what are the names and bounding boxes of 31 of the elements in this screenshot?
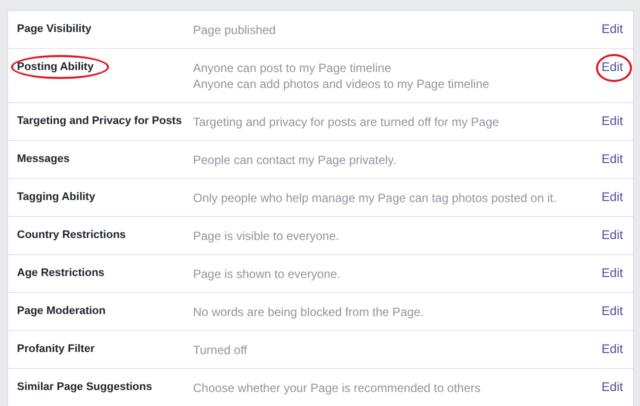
setting-label: Posting Ability — [17, 61, 94, 73]
setting-value: No words are being blocked from the Page. — [193, 304, 425, 320]
setting-value: Turned off — [193, 342, 248, 358]
edit-link[interactable]: Edit — [601, 266, 623, 280]
setting-label: Profanity Filter — [17, 343, 95, 355]
setting-value: Targeting and privacy for posts are turned off for my Page — [193, 114, 500, 130]
edit-link[interactable]: Edit — [601, 60, 623, 74]
setting-label: Page Visibility — [17, 23, 92, 35]
edit-link[interactable]: Edit — [601, 380, 623, 394]
setting-value: Choose whether your Page is recommended to others — [193, 380, 482, 396]
setting-value: Anyone can post to my Page timeline — [193, 60, 392, 76]
setting-value: Anyone can add photos and videos to my Page timeline — [193, 76, 490, 92]
setting-label: Country Restrictions — [17, 229, 126, 241]
setting-value: Page is visible to everyone. — [193, 228, 340, 244]
setting-value: Only people who help manage my Page can tag photos posted on it. — [193, 190, 558, 206]
setting-value: People can contact my Page privately. — [193, 152, 398, 168]
setting-value: Page published — [193, 22, 277, 38]
setting-value: Page is shown to everyone. — [193, 266, 342, 282]
edit-link[interactable]: Edit — [601, 22, 623, 36]
setting-label: Age Restrictions — [17, 267, 104, 279]
setting-label: Page Moderation — [17, 305, 106, 317]
setting-label: Targeting and Privacy for Posts — [17, 115, 182, 127]
edit-link[interactable]: Edit — [601, 228, 623, 242]
setting-label: Tagging Ability — [17, 191, 96, 203]
edit-link[interactable]: Edit — [601, 190, 623, 204]
setting-label: Messages — [17, 153, 70, 165]
edit-link[interactable]: Edit — [601, 304, 623, 318]
edit-link[interactable]: Edit — [601, 152, 623, 166]
edit-link[interactable]: Edit — [601, 342, 623, 356]
edit-link[interactable]: Edit — [601, 114, 623, 128]
setting-label: Similar Page Suggestions — [17, 381, 152, 393]
